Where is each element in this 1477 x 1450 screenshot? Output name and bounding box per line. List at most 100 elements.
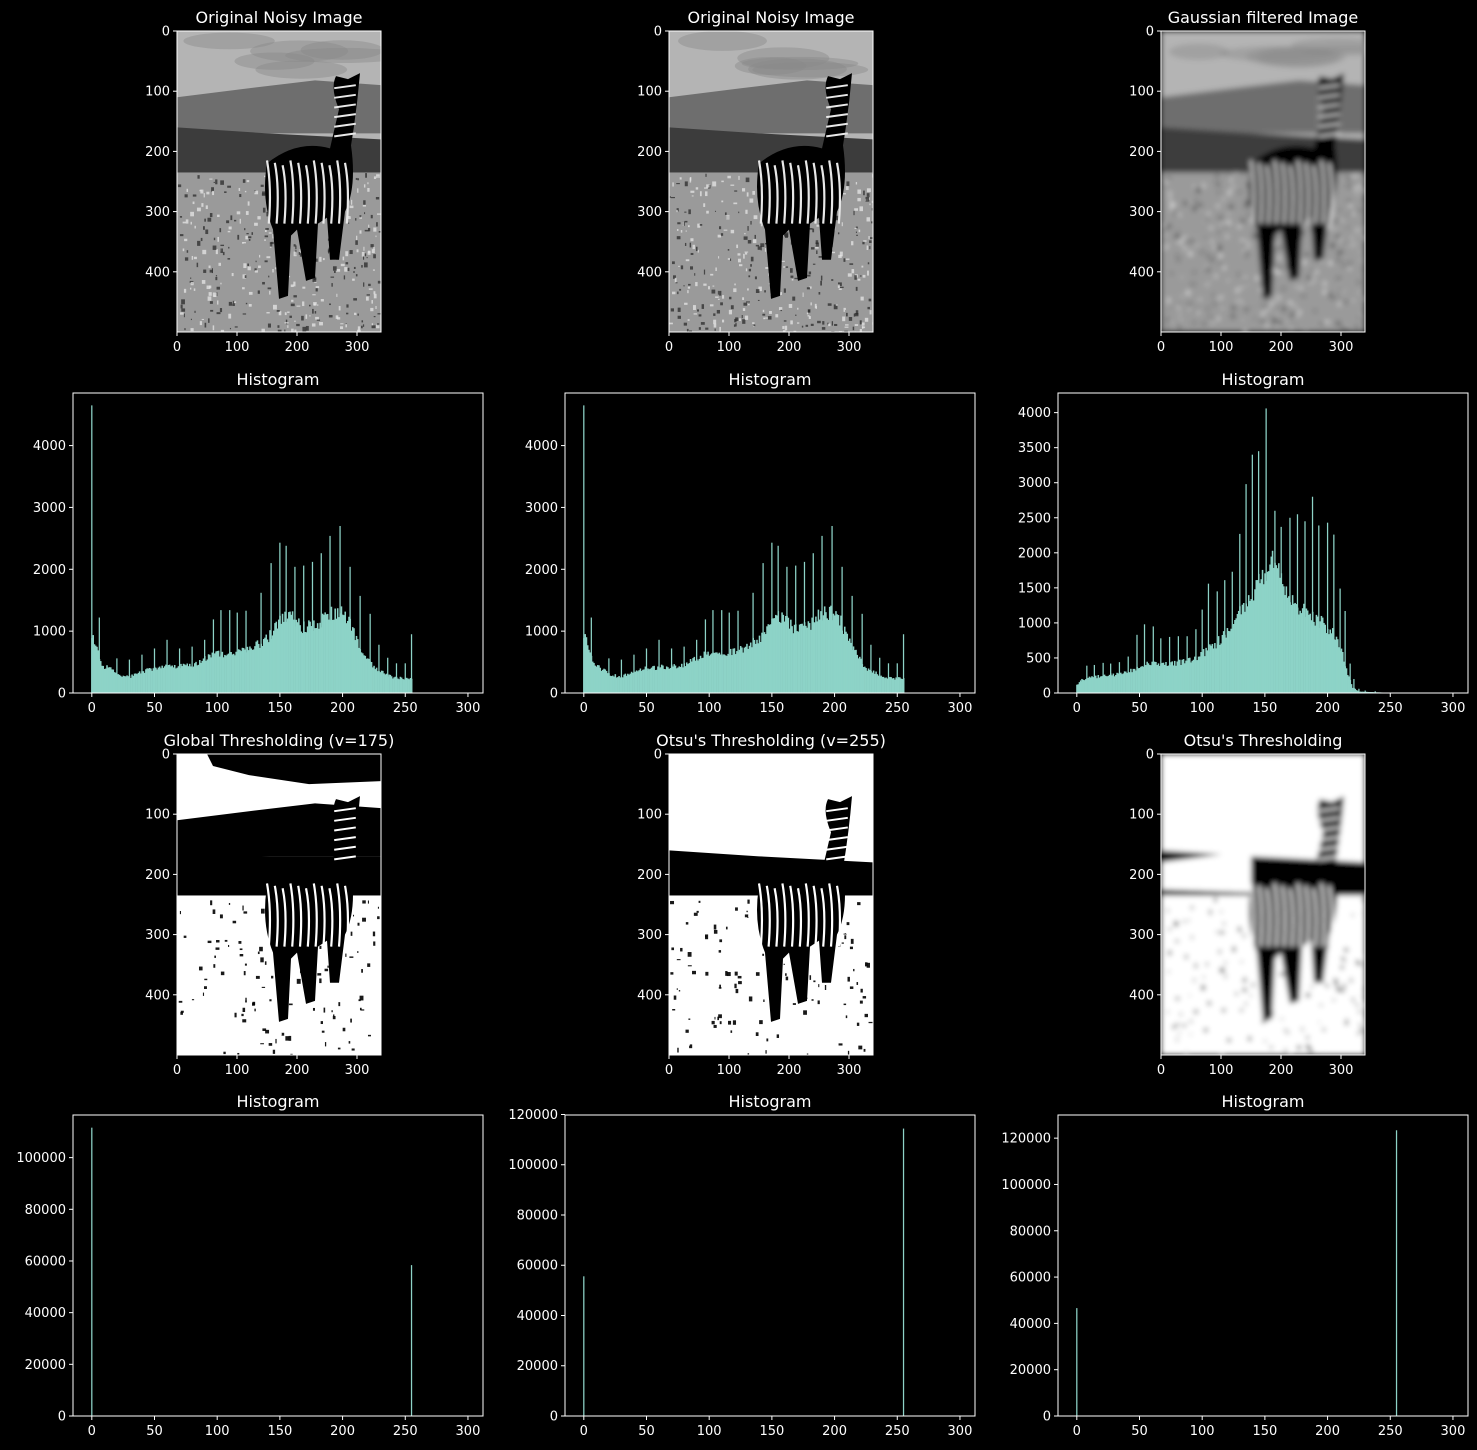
y-tick-label: 400 — [1129, 265, 1154, 280]
grass-texture — [355, 240, 358, 245]
histogram-spike — [1093, 664, 1095, 693]
histogram-spike — [620, 659, 623, 693]
grass-texture — [718, 987, 722, 989]
histogram-spike — [404, 663, 406, 693]
histogram-spike — [1224, 580, 1226, 693]
grass-texture — [683, 285, 685, 287]
y-tick-label: 2000 — [33, 563, 66, 578]
x-tick-label: 50 — [1131, 1424, 1148, 1439]
grass-texture — [730, 184, 735, 186]
grass-texture — [846, 922, 850, 926]
histogram-spike — [395, 663, 398, 693]
grass-texture — [1337, 250, 1342, 256]
grass-texture — [1238, 191, 1242, 193]
grass-texture — [1218, 950, 1221, 954]
grass-texture — [296, 323, 300, 327]
x-tick-label: 100 — [1209, 1063, 1234, 1078]
grass-texture — [748, 914, 751, 918]
grass-texture — [1188, 302, 1191, 306]
grass-texture — [215, 275, 218, 277]
grass-texture — [1194, 1010, 1198, 1014]
grass-texture — [184, 257, 189, 261]
grass-texture — [345, 1044, 349, 1049]
grass-texture — [1337, 209, 1342, 211]
grass-texture — [859, 206, 864, 212]
grass-texture — [213, 295, 216, 298]
grass-texture — [678, 265, 680, 267]
grass-texture — [1174, 214, 1176, 217]
grass-texture — [228, 226, 232, 230]
grass-texture — [1209, 226, 1213, 230]
x-tick-label: 100 — [1209, 340, 1234, 355]
grass-texture — [1235, 288, 1239, 293]
grass-texture — [1162, 1006, 1166, 1010]
grass-texture — [1193, 320, 1195, 326]
grass-texture — [708, 286, 710, 290]
grass-texture — [801, 325, 804, 328]
grass-texture — [754, 916, 757, 920]
grass-texture — [1183, 245, 1186, 251]
grass-texture — [1231, 314, 1235, 319]
grass-texture — [1352, 997, 1354, 1002]
grass-texture — [841, 222, 843, 227]
grass-texture — [1218, 204, 1220, 208]
grass-texture — [1179, 1013, 1182, 1016]
grass-texture — [713, 313, 716, 316]
grass-texture — [373, 227, 377, 232]
grass-texture — [1176, 253, 1178, 258]
grass-texture — [356, 249, 359, 253]
grass-texture — [1340, 257, 1343, 262]
grass-texture — [1345, 184, 1350, 187]
grass-texture — [838, 254, 842, 259]
grass-texture — [1239, 299, 1241, 303]
grass-texture — [275, 1038, 277, 1044]
grass-texture — [215, 276, 218, 281]
histogram-spike — [1326, 522, 1329, 693]
grass-texture — [1198, 203, 1202, 209]
grass-texture — [1278, 320, 1282, 325]
grass-texture — [1214, 255, 1218, 258]
grass-texture — [1192, 207, 1197, 211]
grass-texture — [334, 1000, 337, 1004]
grass-texture — [1163, 184, 1166, 186]
histogram-spike — [260, 592, 262, 693]
grass-texture — [365, 173, 367, 178]
grass-texture — [1192, 240, 1195, 244]
grass-texture — [1285, 1032, 1288, 1034]
grass-texture — [1306, 1036, 1309, 1040]
grass-texture — [375, 235, 377, 238]
grass-texture — [766, 1033, 771, 1039]
grass-texture — [866, 193, 870, 198]
grass-texture — [184, 328, 186, 331]
grass-texture — [1209, 909, 1212, 915]
grass-texture — [684, 211, 687, 213]
x-tick-label: 150 — [267, 1424, 292, 1439]
grass-texture — [183, 957, 185, 963]
grass-texture — [798, 1035, 802, 1040]
grass-texture — [372, 269, 375, 271]
grass-texture — [676, 209, 678, 213]
grass-texture — [765, 1050, 767, 1054]
grass-texture — [765, 317, 768, 319]
grass-texture — [842, 920, 846, 925]
grass-texture — [1166, 326, 1169, 330]
grass-texture — [733, 288, 737, 293]
grass-texture — [846, 181, 850, 187]
grass-texture — [750, 220, 752, 225]
grass-texture — [1344, 948, 1349, 952]
grass-texture — [685, 922, 689, 925]
grass-texture — [1345, 244, 1347, 247]
y-tick-label: 100 — [637, 85, 662, 100]
grass-texture — [783, 963, 785, 965]
grass-texture — [1356, 191, 1358, 195]
grass-texture — [1362, 956, 1365, 958]
grass-texture — [720, 1000, 725, 1002]
grass-texture — [785, 973, 787, 976]
grass-texture — [755, 1032, 759, 1037]
grass-texture — [845, 312, 848, 317]
grass-texture — [783, 288, 786, 293]
y-tick-label: 200 — [637, 868, 662, 883]
y-tick-label: 0 — [162, 25, 170, 40]
grass-texture — [807, 996, 810, 999]
grass-texture — [287, 325, 289, 328]
